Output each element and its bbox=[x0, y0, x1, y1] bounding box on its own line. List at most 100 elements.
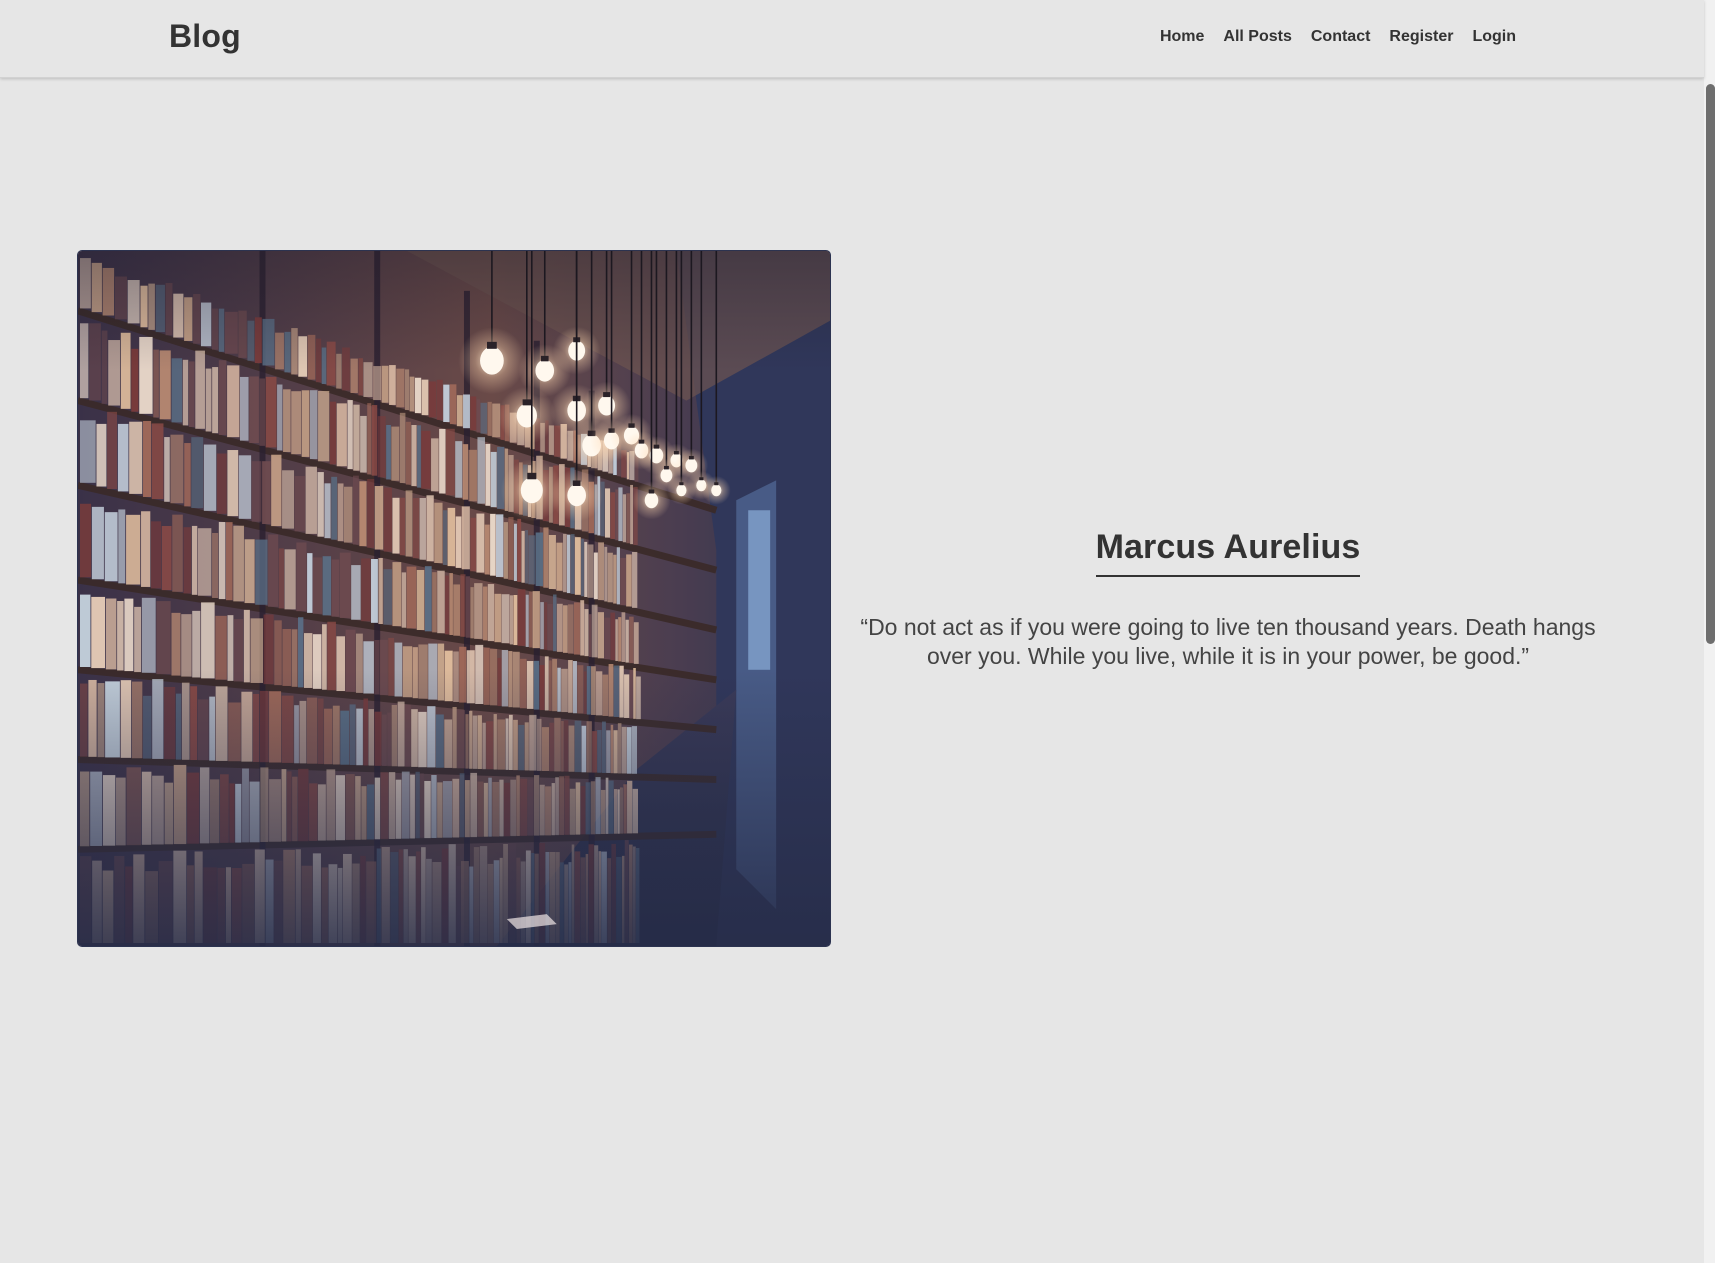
nav-link-all-posts[interactable]: All Posts bbox=[1223, 28, 1291, 45]
lightbulb bbox=[516, 403, 537, 428]
book-spine bbox=[453, 584, 460, 636]
book-spine bbox=[218, 522, 226, 600]
book-spine bbox=[79, 503, 92, 578]
book-spine bbox=[626, 493, 630, 544]
book-spine bbox=[118, 509, 126, 584]
book-spine bbox=[205, 368, 212, 432]
book-spine bbox=[566, 534, 571, 594]
book-spine bbox=[428, 381, 437, 418]
book-spine bbox=[563, 605, 568, 653]
book-spine bbox=[547, 603, 553, 651]
book-spine bbox=[613, 554, 617, 604]
book-spine bbox=[445, 575, 449, 635]
book-spine bbox=[630, 484, 634, 545]
book-spine bbox=[591, 604, 598, 658]
book-spine bbox=[456, 395, 463, 427]
book-spine bbox=[455, 516, 462, 568]
book-spine bbox=[238, 455, 252, 519]
nav-link-login[interactable]: Login bbox=[1472, 28, 1516, 45]
book-spine bbox=[347, 400, 353, 470]
book-spine bbox=[556, 603, 563, 652]
quote-author: Marcus Aurelius bbox=[1095, 528, 1361, 577]
book-spine bbox=[277, 384, 283, 451]
nav-item-register: Register bbox=[1389, 28, 1453, 46]
book-spine bbox=[96, 423, 107, 487]
book-spine bbox=[192, 610, 201, 678]
book-spine bbox=[487, 584, 495, 642]
bulb-socket bbox=[653, 444, 660, 449]
book-spine bbox=[632, 551, 638, 608]
book-spine bbox=[172, 514, 183, 592]
nav-link-contact[interactable]: Contact bbox=[1311, 28, 1371, 45]
book-spine bbox=[239, 376, 249, 441]
nav-item-all-posts: All Posts bbox=[1223, 28, 1291, 46]
book-spine bbox=[432, 572, 437, 633]
book-spine bbox=[620, 557, 626, 606]
book-spine bbox=[618, 617, 622, 662]
nav-link-home[interactable]: Home bbox=[1160, 28, 1204, 45]
book-spine bbox=[416, 569, 425, 631]
book-spine bbox=[439, 428, 446, 494]
nav-item-contact: Contact bbox=[1311, 28, 1371, 46]
book-spine bbox=[470, 396, 477, 431]
book-spine bbox=[567, 604, 574, 654]
bulb-socket bbox=[648, 489, 655, 494]
book-spine bbox=[331, 559, 340, 617]
book-spine bbox=[312, 557, 323, 614]
book-spine bbox=[580, 600, 585, 656]
book-spine bbox=[421, 379, 429, 416]
book-spine bbox=[278, 548, 284, 609]
book-spine bbox=[282, 470, 295, 529]
book-spine bbox=[317, 472, 324, 537]
bulb-socket bbox=[487, 341, 497, 349]
book-spine bbox=[378, 558, 383, 625]
book-spine bbox=[79, 420, 96, 483]
book-spine bbox=[309, 390, 318, 460]
book-spine bbox=[443, 384, 450, 423]
lightbulb bbox=[535, 359, 555, 382]
book-spine bbox=[404, 369, 410, 411]
book-spine bbox=[468, 449, 477, 502]
book-spine bbox=[480, 402, 488, 434]
book-spine bbox=[490, 451, 497, 508]
book-spine bbox=[117, 600, 124, 671]
bulb-socket bbox=[527, 472, 537, 480]
book-spine bbox=[476, 399, 481, 433]
scrollbar-thumb[interactable] bbox=[1706, 84, 1715, 644]
book-spine bbox=[305, 466, 317, 534]
book-spine bbox=[339, 552, 351, 618]
book-spine bbox=[212, 367, 219, 434]
book-spine bbox=[604, 617, 611, 660]
book-spine bbox=[262, 461, 271, 525]
book-spine bbox=[188, 361, 195, 427]
brand-logo-link[interactable]: Blog bbox=[169, 18, 241, 55]
nav-link-register[interactable]: Register bbox=[1389, 28, 1453, 45]
book-spine bbox=[117, 423, 129, 492]
book-spine bbox=[477, 437, 486, 504]
book-spine bbox=[554, 425, 561, 457]
book-spine bbox=[621, 612, 626, 663]
book-spine bbox=[625, 619, 629, 663]
book-spine bbox=[164, 437, 170, 502]
book-spine bbox=[399, 497, 406, 556]
nav-menu: Home All Posts Contact Register Login bbox=[1160, 28, 1516, 46]
lightbulb bbox=[685, 458, 698, 473]
book-spine bbox=[434, 502, 443, 564]
book-spine bbox=[265, 376, 277, 448]
book-spine bbox=[548, 534, 556, 590]
book-spine bbox=[383, 487, 392, 552]
book-spine bbox=[409, 376, 415, 412]
book-spine bbox=[337, 483, 344, 542]
book-spine bbox=[377, 416, 386, 478]
book-spine bbox=[584, 609, 589, 657]
book-spine bbox=[419, 497, 426, 560]
book-spine bbox=[283, 389, 291, 453]
book-spine bbox=[563, 533, 567, 593]
lightbulb bbox=[660, 468, 673, 483]
book-spine bbox=[513, 523, 517, 582]
book-spine bbox=[490, 513, 496, 576]
book-spine bbox=[460, 574, 466, 637]
book-spine bbox=[291, 391, 302, 455]
lightbulb bbox=[480, 346, 504, 375]
book-spine bbox=[604, 488, 611, 538]
